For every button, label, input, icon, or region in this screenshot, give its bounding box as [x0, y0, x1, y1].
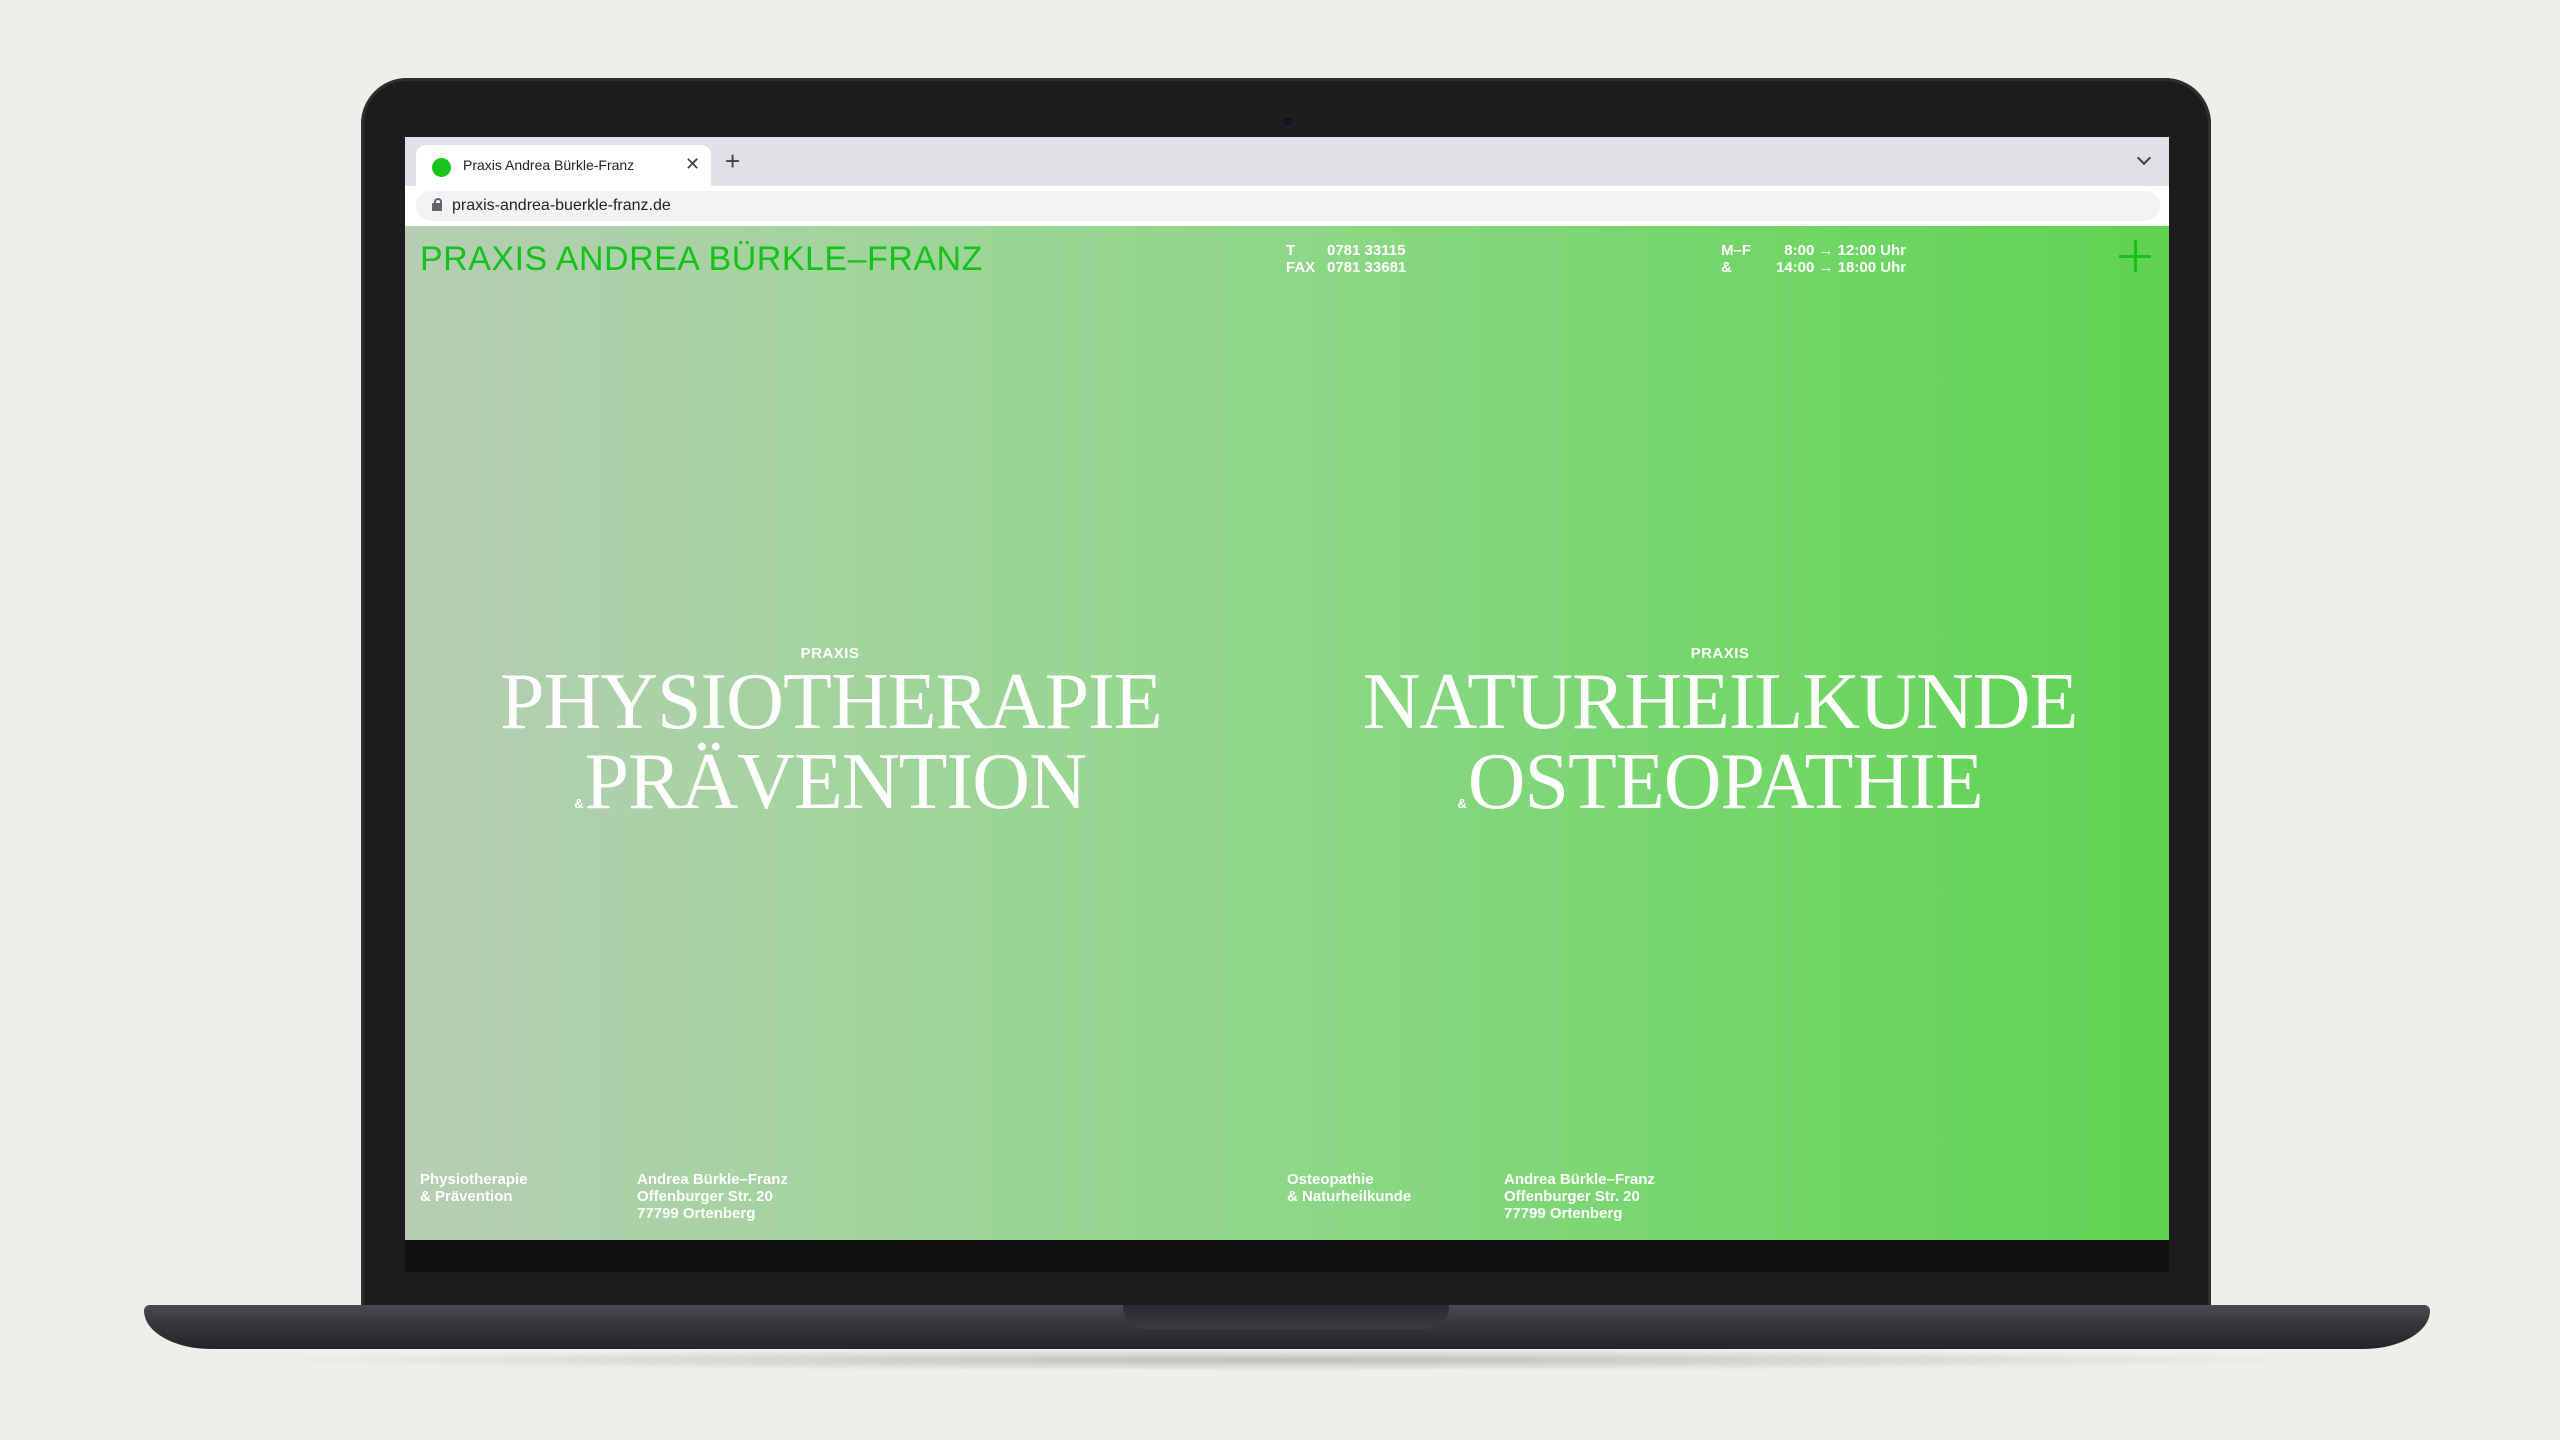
tab-title: Praxis Andrea Bürkle-Franz [463, 157, 635, 173]
hours-days-1: M–F [1721, 242, 1751, 259]
laptop-chin [405, 1240, 2169, 1272]
browser-tab[interactable]: Praxis Andrea Bürkle-Franz ✕ [416, 145, 711, 186]
hours-time-2: 14:00 → 18:00 Uhr [1776, 259, 1907, 276]
right-amp: & [1457, 796, 1466, 811]
left-headline-2-row: &PRÄVENTION [500, 742, 1160, 844]
naturheilkunde-block[interactable]: PRAXIS NATURHEILKUNDE &OSTEOPATHIE [1360, 645, 2080, 844]
laptop-notch [1123, 1305, 1449, 1329]
plus-icon[interactable] [2119, 240, 2151, 272]
contact-labels: T FAX [1286, 242, 1315, 276]
favicon-icon [432, 158, 451, 177]
stage: Praxis Andrea Bürkle-Franz ✕ + praxis-an… [0, 0, 2560, 1440]
physiotherapie-block[interactable]: PRAXIS PHYSIOTHERAPIE &PRÄVENTION [500, 645, 1163, 844]
phone-label: T [1286, 242, 1296, 259]
screen: Praxis Andrea Bürkle-Franz ✕ + praxis-an… [405, 137, 2169, 1240]
site-brand[interactable]: PRAXIS ANDREA BÜRKLE–FRANZ [420, 240, 983, 279]
hours-days: M–F & [1721, 242, 1751, 276]
url-text[interactable]: praxis-andrea-buerkle-franz.de [452, 197, 671, 215]
browser-toolbar: praxis-andrea-buerkle-franz.de [405, 186, 2169, 226]
footer-right-service[interactable]: Osteopathie & Naturheilkunde [1287, 1171, 1411, 1205]
hours-time-1: 8:00 → 12:00 Uhr [1784, 242, 1906, 259]
fax-number: 0781 33681 [1327, 259, 1407, 276]
phone-number[interactable]: 0781 33115 [1327, 242, 1406, 259]
right-headline-2-row: &OSTEOPATHIE [1360, 742, 2080, 844]
address-bar[interactable]: praxis-andrea-buerkle-franz.de [416, 191, 2160, 221]
browser-tab-bar: Praxis Andrea Bürkle-Franz ✕ + [405, 137, 2169, 186]
close-tab-icon[interactable]: ✕ [685, 154, 700, 174]
lock-icon[interactable] [432, 198, 442, 211]
fax-label: FAX [1286, 259, 1316, 276]
new-tab-button[interactable]: + [725, 148, 740, 174]
website: PRAXIS ANDREA BÜRKLE–FRANZ T FAX 0781 33… [405, 226, 2169, 1240]
hours-days-2: & [1721, 259, 1732, 276]
chevron-down-icon[interactable] [2136, 150, 2152, 166]
hours-times: 8:00 → 12:00 Uhr 14:00 → 18:00 Uhr [1776, 242, 1906, 276]
left-amp: & [574, 796, 583, 811]
camera-icon [1283, 116, 1293, 126]
footer-left-address: Andrea Bürkle–Franz Offenburger Str. 20 … [637, 1171, 788, 1222]
left-headline-1: PHYSIOTHERAPIE [500, 658, 1163, 746]
right-headline-2: OSTEOPATHIE [1467, 738, 1984, 826]
contact-numbers: 0781 33115 0781 33681 [1327, 242, 1406, 276]
left-headline-2: PRÄVENTION [584, 738, 1087, 826]
laptop-shadow [240, 1349, 2334, 1371]
right-headline-1: NATURHEILKUNDE [1362, 658, 2079, 746]
footer-left-service[interactable]: Physiotherapie & Prävention [420, 1171, 528, 1205]
footer-right-address: Andrea Bürkle–Franz Offenburger Str. 20 … [1504, 1171, 1655, 1222]
